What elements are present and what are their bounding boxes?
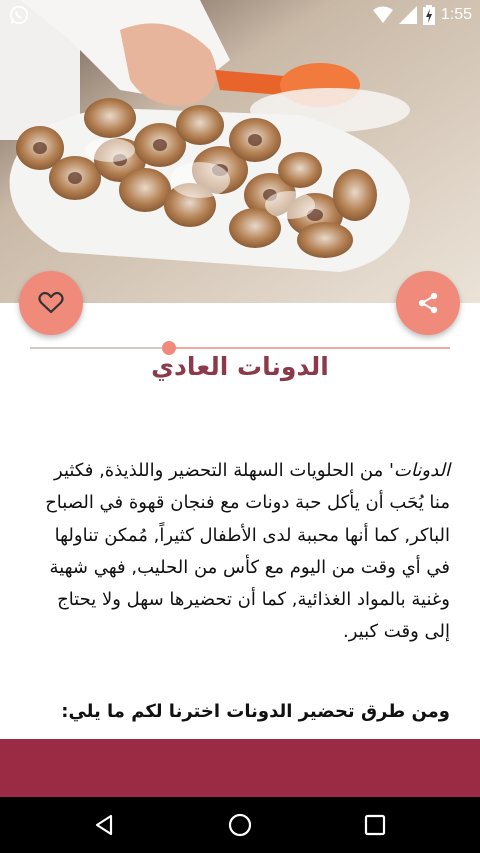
share-icon <box>418 292 438 314</box>
signal-icon <box>398 6 417 24</box>
favorite-button[interactable] <box>19 271 83 335</box>
article-intro: الدونات' من الحلويات السهلة التحضير والل… <box>30 455 450 649</box>
article-title: الدونات العادي <box>151 352 329 381</box>
back-button[interactable] <box>89 809 121 841</box>
navigation-bar <box>0 797 480 853</box>
donuts-photo <box>0 0 480 303</box>
article-subheading: ومن طرق تحضير الدونات اخترنا لكم ما يلي: <box>61 701 450 722</box>
intro-italic: الدونات' <box>388 460 450 481</box>
recents-button[interactable] <box>359 809 391 841</box>
reading-progress-bar[interactable] <box>30 341 450 355</box>
share-button[interactable] <box>396 271 460 335</box>
back-icon <box>95 814 113 836</box>
intro-text: من الحلويات السهلة التحضير واللذيذة, فكث… <box>45 460 450 643</box>
progress-fill <box>168 347 450 349</box>
status-bar: 1:55 <box>0 0 480 30</box>
whatsapp-icon <box>9 5 29 25</box>
recents-icon <box>364 814 386 836</box>
clock: 1:55 <box>440 6 472 23</box>
home-icon <box>228 813 252 837</box>
home-button[interactable] <box>224 809 256 841</box>
heart-outline-icon <box>38 291 64 314</box>
battery-charging-icon <box>422 5 435 25</box>
wifi-icon <box>372 6 393 23</box>
hero-image <box>0 0 480 303</box>
bottom-bar <box>0 739 480 797</box>
